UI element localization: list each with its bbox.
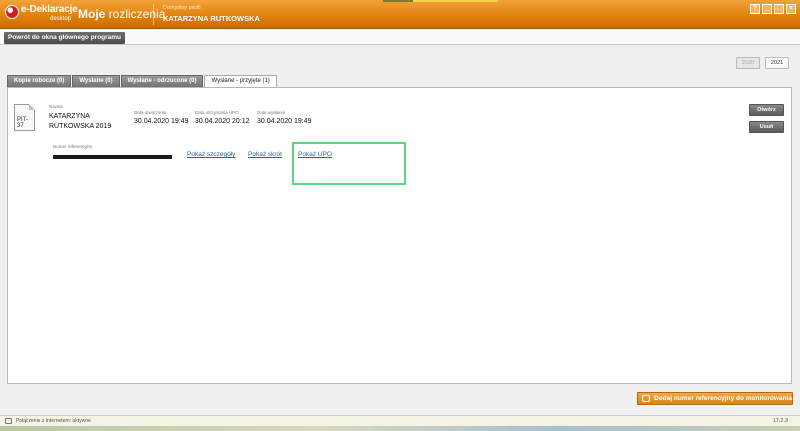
app-version: 17.2.3 <box>772 418 788 424</box>
tab-bar: Kopie robocze (0) Wysłane (0) Wysłane - … <box>7 75 278 88</box>
app-header: e-Deklaracje desktop Moje rozliczenia Do… <box>0 0 800 29</box>
tab-drafts[interactable]: Kopie robocze (0) <box>7 75 72 87</box>
upo-highlight-box <box>292 142 406 185</box>
app-title-bold: Moje <box>78 7 106 21</box>
profile-name: KATARZYNA RUTKOWSKA <box>163 14 260 23</box>
help-button[interactable]: ? <box>750 4 760 14</box>
maximize-button[interactable]: □ <box>774 4 784 14</box>
open-button[interactable]: Otwórz <box>749 104 784 116</box>
connection-status: Połączenie z Internetem: aktywne <box>16 418 91 424</box>
window-controls: ? _ □ × <box>750 4 796 14</box>
delete-button[interactable]: Usuń <box>749 121 784 133</box>
header-divider <box>153 4 154 25</box>
header-stripe <box>383 0 413 2</box>
add-reference-icon <box>642 395 650 402</box>
year-2021-button[interactable]: 2021 <box>765 57 789 69</box>
back-to-main-button[interactable]: Powrót do okna głównego programu <box>4 32 126 44</box>
created-label: Data utworzenia <box>134 110 167 115</box>
profile-label: Domyślny profil <box>163 5 201 11</box>
year-2020-button[interactable]: 2020 <box>736 57 760 69</box>
upo-date-label: Data otrzymania UPO <box>195 110 239 115</box>
add-reference-button[interactable]: Dodaj numer referencyjny do monitorowani… <box>637 392 793 405</box>
connection-icon <box>5 418 12 424</box>
app-title-rest: rozliczenia <box>105 7 166 21</box>
form-code: PIT-37 <box>17 117 29 129</box>
sent-value: 30.04.2020 19:49 <box>257 118 312 125</box>
reference-label: Numer referencyjny <box>53 144 93 149</box>
taskbar <box>0 426 800 431</box>
show-details-link[interactable]: Pokaż szczegóły <box>187 151 235 158</box>
logo-icon <box>5 5 19 19</box>
logo-text: e-Deklaracje <box>21 4 78 15</box>
tab-sent[interactable]: Wysłane (0) <box>72 75 120 87</box>
header-stripe <box>413 0 498 2</box>
status-bar: Połączenie z Internetem: aktywne 17.2.3 <box>0 415 800 426</box>
documents-panel <box>7 87 792 384</box>
tab-rejected[interactable]: Wysłane - odrzucone (0) <box>120 75 204 87</box>
add-reference-label: Dodaj numer referencyjny do monitorowani… <box>654 395 792 402</box>
nav-bar: Powrót do okna głównego programu <box>0 30 800 45</box>
close-button[interactable]: × <box>786 4 796 14</box>
minimize-button[interactable]: _ <box>762 4 772 14</box>
name-line-1: KATARZYNA <box>49 113 90 120</box>
reference-number-redacted <box>53 155 172 159</box>
name-line-2: RUTKOWSKA 2019 <box>49 123 112 130</box>
document-icon: PIT-37 <box>14 104 35 131</box>
upo-date-value: 30.04.2020 20:12 <box>195 118 250 125</box>
created-value: 30.04.2020 19:49 <box>134 118 189 125</box>
logo-subtitle: desktop <box>50 16 72 22</box>
sent-label: Data wysłania <box>257 110 286 115</box>
show-summary-link[interactable]: Pokaż skrót <box>248 151 282 158</box>
name-label: Nazwa <box>49 104 63 109</box>
